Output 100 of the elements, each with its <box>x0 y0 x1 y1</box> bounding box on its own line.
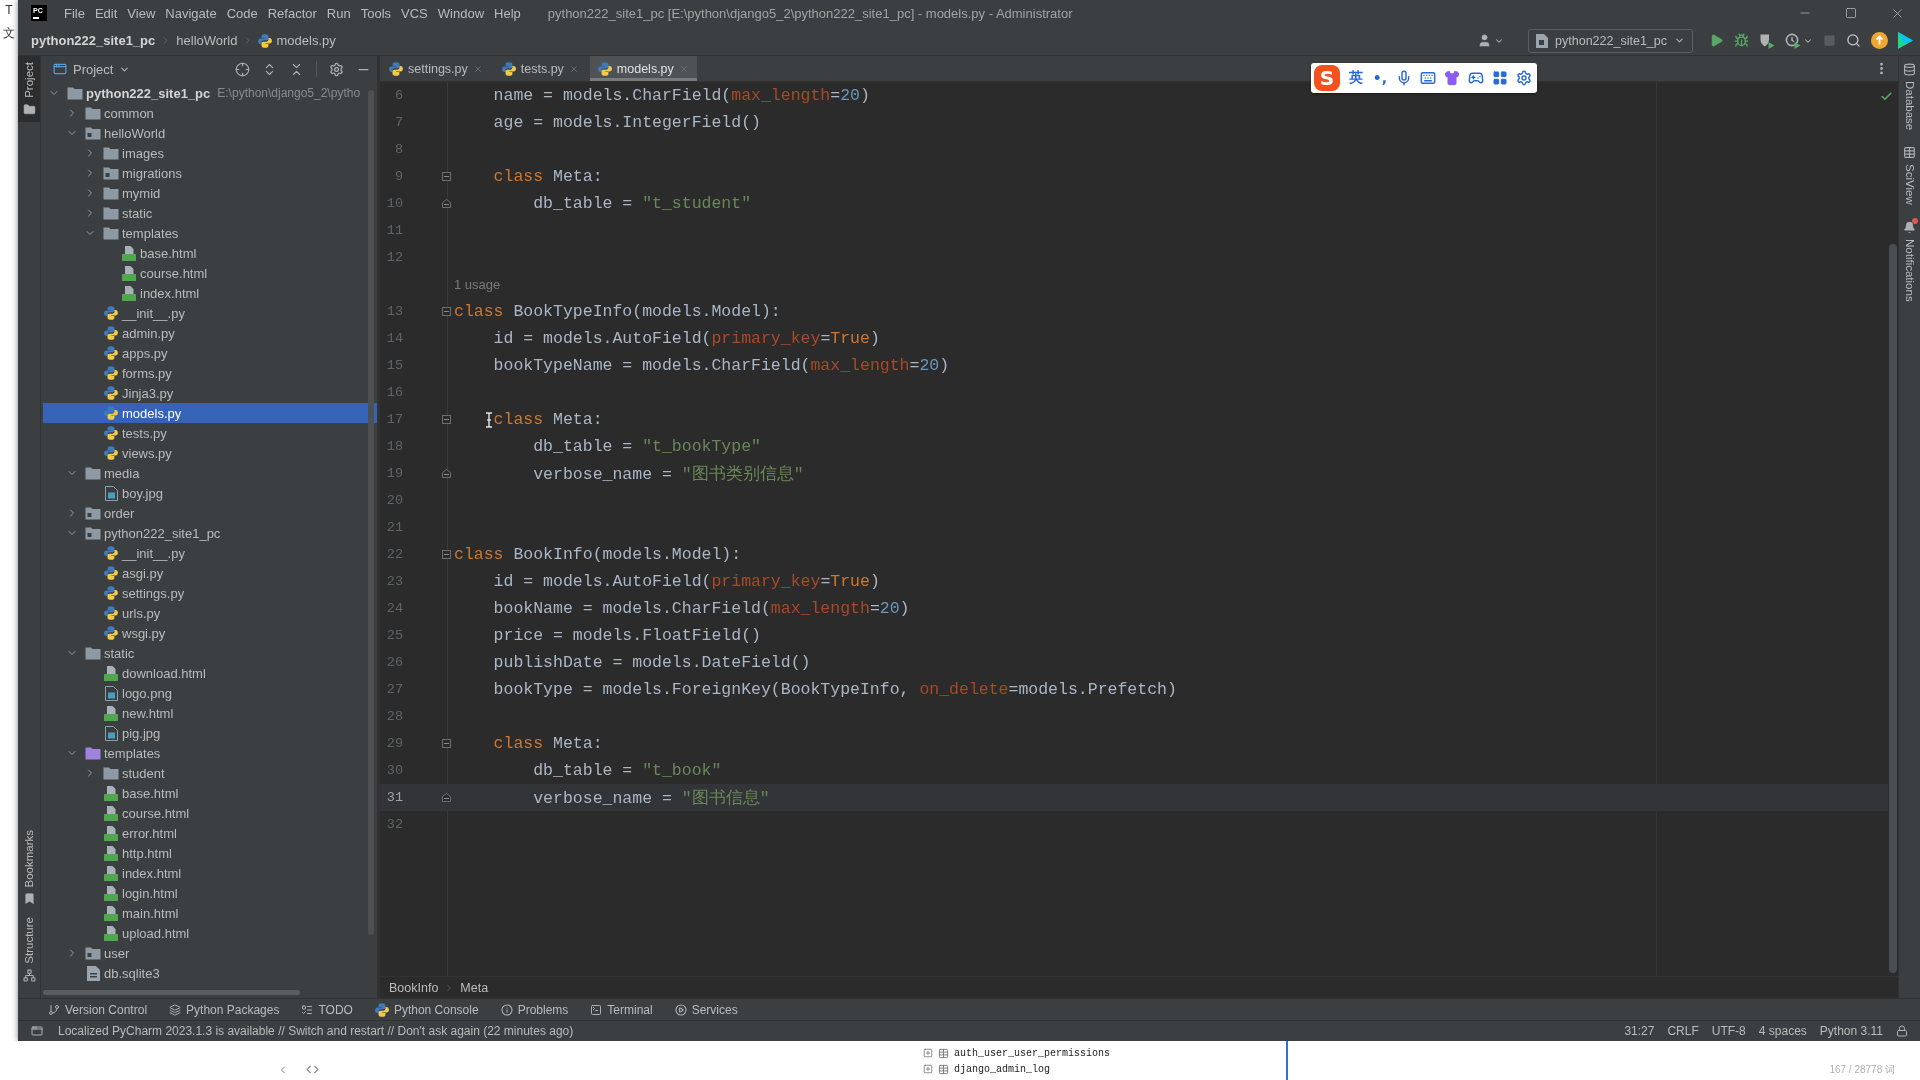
tree-item[interactable]: db.sqlite3 <box>43 963 377 983</box>
tree-item[interactable]: base.html <box>43 783 377 803</box>
tool-window-button[interactable]: Python Packages <box>169 1002 280 1017</box>
tree-item[interactable]: download.html <box>43 663 377 683</box>
input-mode-toggle[interactable]: 英 <box>1348 69 1364 87</box>
view-dropdown[interactable]: Project <box>53 61 131 77</box>
menu-item[interactable]: Run <box>321 5 356 21</box>
editor-tab[interactable]: settings.py <box>381 56 491 81</box>
tree-item[interactable]: python222_site1_pc E:\python\django5_2\pytho <box>43 83 377 103</box>
tree-item[interactable]: common <box>43 103 377 123</box>
breadcrumb[interactable]: Meta <box>460 980 489 995</box>
menu-item[interactable]: Refactor <box>262 5 322 21</box>
breadcrumb[interactable]: helloWorld <box>176 33 238 48</box>
menu-item[interactable]: Tools <box>355 5 397 21</box>
editor-tab[interactable]: tests.py <box>493 56 587 81</box>
microphone-icon[interactable] <box>1396 70 1412 86</box>
tree-item[interactable]: admin.py <box>43 323 377 343</box>
breadcrumb[interactable]: python222_site1_pc <box>31 33 156 48</box>
menu-item[interactable]: Code <box>221 5 263 21</box>
tool-window-button[interactable]: Problems <box>500 1002 569 1017</box>
tree-item[interactable]: static <box>43 643 377 663</box>
tree-item[interactable]: order <box>43 503 377 523</box>
bug-icon[interactable] <box>1734 33 1749 48</box>
crosshair-icon[interactable] <box>235 61 250 77</box>
fold-marker-icon[interactable] <box>442 307 451 316</box>
maximize-icon[interactable] <box>1845 7 1857 19</box>
settings-icon[interactable] <box>329 61 344 77</box>
fold-end-marker-icon[interactable] <box>442 793 451 802</box>
fold-end-marker-icon[interactable] <box>442 469 451 478</box>
tree-item[interactable]: tests.py <box>43 423 377 443</box>
editor-tab[interactable]: models.py <box>589 56 697 81</box>
tree-item[interactable]: course.html <box>43 803 377 823</box>
shirt-icon[interactable] <box>1444 70 1460 86</box>
tool-window-button[interactable]: Bookmarks <box>18 823 40 912</box>
menu-item[interactable]: Window <box>432 5 490 21</box>
close-icon[interactable] <box>472 63 483 74</box>
horizontal-scrollbar[interactable] <box>43 990 300 995</box>
tree-item[interactable]: base.html <box>43 243 377 263</box>
tree-item[interactable]: boy.jpg <box>43 483 377 503</box>
tree-item[interactable]: logo.png <box>43 683 377 703</box>
status-widget[interactable]: 4 spaces <box>1758 1024 1807 1038</box>
punctuation-toggle[interactable]: •, <box>1372 70 1388 86</box>
menu-item[interactable]: Navigate <box>160 5 222 21</box>
tree-item[interactable]: error.html <box>43 823 377 843</box>
ime-logo[interactable]: S <box>1314 65 1340 91</box>
status-widget[interactable]: CRLF <box>1667 1024 1699 1038</box>
shield-play-icon[interactable] <box>1759 32 1775 49</box>
tree-item[interactable]: asgi.py <box>43 563 377 583</box>
status-message[interactable]: Localized PyCharm 2023.1.3 is available // Switch and restart // Don't ask again (22 minutes ago) <box>58 1024 574 1038</box>
tree-item[interactable]: __init__.py <box>43 303 377 323</box>
clock-play-icon[interactable] <box>1785 32 1801 49</box>
usage-hint[interactable]: 1 usage <box>454 277 501 292</box>
tree-item[interactable]: images <box>43 143 377 163</box>
tree-item[interactable]: forms.py <box>43 363 377 383</box>
plus-square-icon[interactable] <box>923 1064 933 1074</box>
settings-icon[interactable] <box>1516 70 1532 86</box>
tree-item[interactable]: apps.py <box>43 343 377 363</box>
table-name[interactable]: auth_user_user_permissions <box>954 1047 1111 1059</box>
plus-square-icon[interactable] <box>923 1048 933 1058</box>
fold-end-marker-icon[interactable] <box>442 199 451 208</box>
tree-item[interactable]: wsgi.py <box>43 623 377 643</box>
user-icon[interactable] <box>1477 33 1493 48</box>
tool-window-button[interactable]: Database <box>1903 63 1916 131</box>
fold-marker-icon[interactable] <box>442 172 451 181</box>
tree-item[interactable]: settings.py <box>43 583 377 603</box>
tree-item[interactable]: mymid <box>43 183 377 203</box>
menu-item[interactable]: Help <box>489 5 526 21</box>
vertical-scrollbar[interactable] <box>1889 244 1897 973</box>
close-icon[interactable] <box>568 63 579 74</box>
run-configuration-dropdown[interactable]: python222_site1_pc <box>1528 28 1693 53</box>
vertical-scrollbar[interactable] <box>368 90 374 935</box>
tree-item[interactable]: index.html <box>43 863 377 883</box>
menu-item[interactable]: File <box>59 5 90 21</box>
search-icon[interactable] <box>1846 33 1861 48</box>
fold-marker-icon[interactable] <box>442 739 451 748</box>
tree-item[interactable]: user <box>43 943 377 963</box>
fold-marker-icon[interactable] <box>442 415 451 424</box>
tree-item[interactable]: Jinja3.py <box>43 383 377 403</box>
tree-item[interactable]: static <box>43 203 377 223</box>
breadcrumb[interactable]: models.py <box>258 33 336 48</box>
lock-icon[interactable] <box>1896 1025 1908 1037</box>
tree-item[interactable]: media <box>43 463 377 483</box>
tree-item[interactable]: login.html <box>43 883 377 903</box>
tree-item[interactable]: main.html <box>43 903 377 923</box>
menu-item[interactable]: Edit <box>89 5 123 21</box>
tree-item[interactable]: views.py <box>43 443 377 463</box>
tool-window-button[interactable]: SciView <box>1903 146 1916 205</box>
tree-item[interactable]: python222_site1_pc <box>43 523 377 543</box>
tool-window-button[interactable]: Version Control <box>48 1002 148 1017</box>
grid-icon[interactable] <box>1492 70 1508 86</box>
tree-item[interactable]: student <box>43 763 377 783</box>
tree-item[interactable]: models.py <box>43 403 377 423</box>
tree-item[interactable]: helloWorld <box>43 123 377 143</box>
tree-item[interactable]: templates <box>43 223 377 243</box>
tree-item[interactable]: urls.py <box>43 603 377 623</box>
keyboard-icon[interactable] <box>1420 70 1436 86</box>
menu-item[interactable]: View <box>122 5 161 21</box>
fold-marker-icon[interactable] <box>442 550 451 559</box>
menu-item[interactable]: VCS <box>396 5 433 21</box>
tool-window-button[interactable]: Terminal <box>590 1002 653 1017</box>
